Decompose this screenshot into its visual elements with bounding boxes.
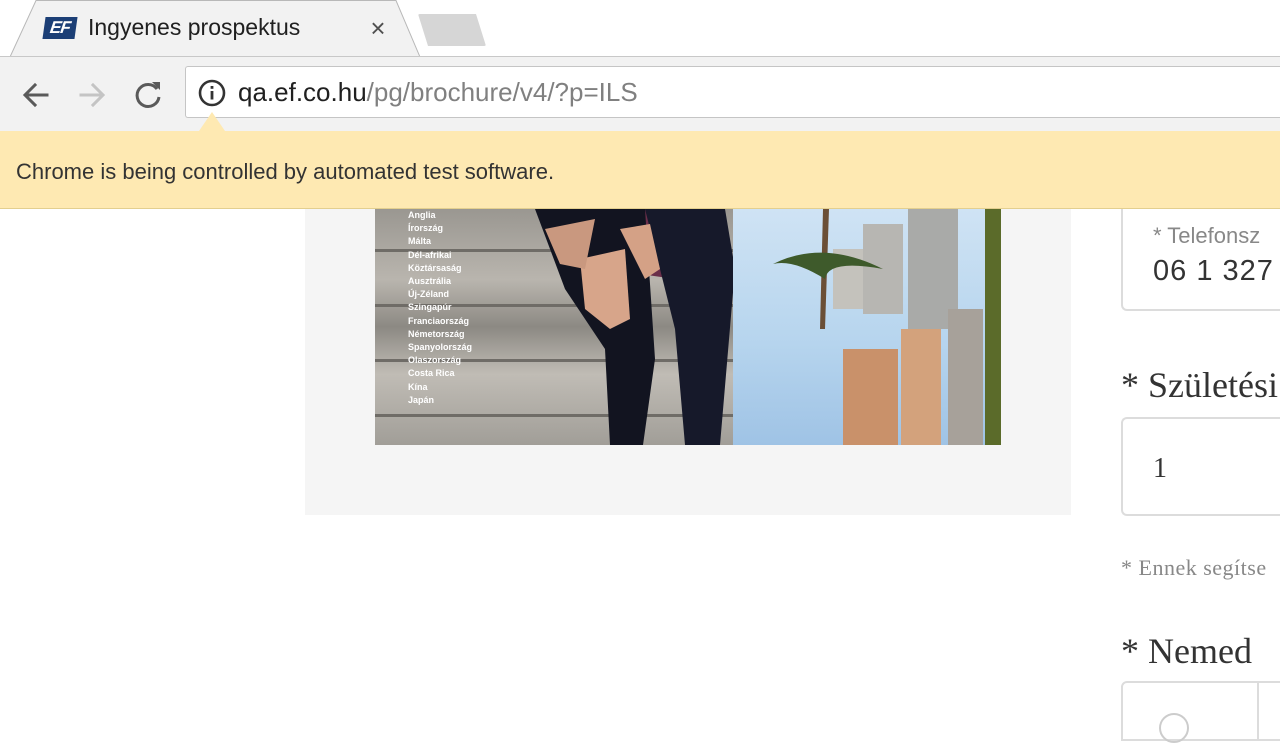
tab-title[interactable]: Ingyenes prospektus — [88, 14, 300, 41]
site-info-icon[interactable] — [198, 79, 226, 107]
country-item: Málta — [408, 236, 432, 247]
phone-value[interactable]: 06 1 327 — [1153, 255, 1274, 288]
country-item: Costa Rica — [408, 368, 455, 379]
address-bar[interactable]: qa.ef.co.hu/pg/brochure/v4/?p=ILS — [185, 66, 1280, 118]
radio-icon[interactable] — [1159, 713, 1189, 743]
gender-option-2[interactable] — [1257, 681, 1280, 741]
help-text: * Ennek segítse — [1121, 555, 1267, 580]
city-skyline — [773, 209, 1001, 445]
infobar-message: Chrome is being controlled by automated … — [16, 159, 555, 184]
dob-day-value: 1 — [1153, 453, 1167, 484]
country-item: Franciaország — [408, 315, 470, 326]
new-tab-button[interactable] — [418, 14, 486, 46]
country-item: Japán — [408, 394, 435, 405]
country-item: Anglia — [408, 210, 436, 220]
tab-strip: EF Ingyenes prospektus × — [0, 0, 1280, 57]
country-item: Köztársaság — [408, 262, 462, 273]
country-item: Kína — [408, 381, 428, 392]
tab-close-icon[interactable]: × — [364, 13, 392, 43]
brochure-city-photo — [733, 209, 1001, 445]
country-item: Ausztrália — [408, 276, 452, 287]
ef-favicon-icon: EF — [42, 17, 78, 39]
brochure-cover-image: Anglia Írország Málta Dél-afrikai Köztár… — [375, 209, 1001, 445]
back-arrow-icon[interactable] — [18, 77, 54, 113]
url-host: qa.ef.co.hu — [238, 77, 367, 107]
infobar-pointer — [199, 112, 225, 131]
country-item: Új-Zéland — [408, 289, 450, 300]
automation-infobar: Chrome is being controlled by automated … — [0, 131, 1280, 209]
country-list: Anglia Írország Málta Dél-afrikai Köztár… — [408, 209, 472, 407]
brochure-stairs-photo: Anglia Írország Málta Dél-afrikai Köztár… — [375, 209, 735, 445]
country-item: Olaszország — [408, 355, 462, 366]
gender-label: * Nemed — [1121, 631, 1252, 671]
country-item: Németország — [408, 328, 465, 339]
country-item: Szingapúr — [408, 302, 452, 313]
gender-option-1[interactable] — [1121, 681, 1261, 743]
phone-label: * Telefonsz — [1153, 223, 1261, 248]
country-item: Spanyolország — [408, 342, 473, 353]
dob-day-select[interactable]: 1 — [1121, 417, 1280, 516]
reload-icon[interactable] — [130, 77, 166, 113]
person-figure — [535, 209, 735, 445]
phone-field[interactable]: * Telefonsz 06 1 327 — [1121, 209, 1280, 311]
browser-toolbar: qa.ef.co.hu/pg/brochure/v4/?p=ILS — [0, 57, 1280, 131]
url-path: /pg/brochure/v4/?p=ILS — [366, 77, 638, 107]
country-item: Írország — [408, 223, 444, 234]
dob-label: * Születési — [1121, 365, 1278, 405]
forward-arrow-icon[interactable] — [74, 77, 110, 113]
country-item: Dél-afrikai — [408, 249, 452, 260]
url-text[interactable]: qa.ef.co.hu/pg/brochure/v4/?p=ILS — [238, 77, 638, 108]
